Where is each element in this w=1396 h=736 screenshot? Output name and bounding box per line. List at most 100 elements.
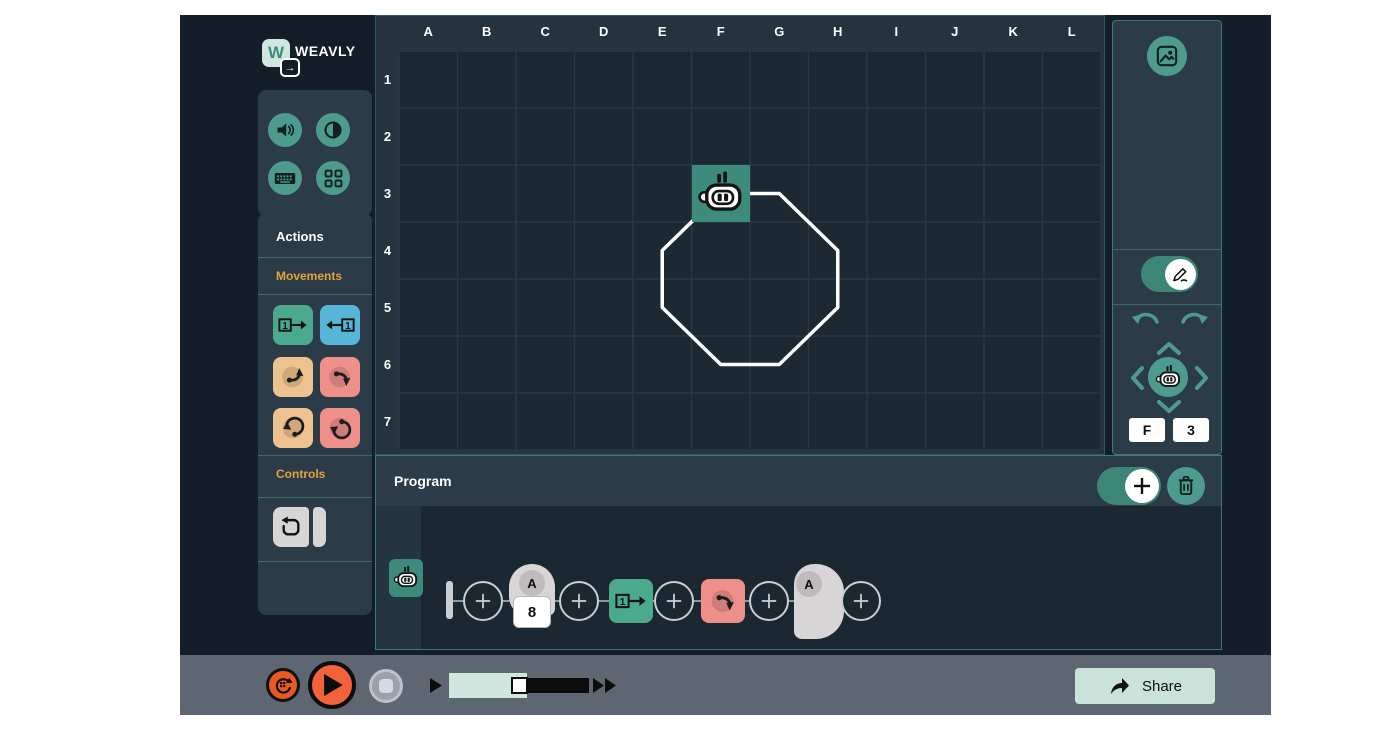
scene-background-button[interactable]: [1147, 36, 1187, 76]
play-button[interactable]: [308, 661, 356, 709]
speaker-icon: [275, 120, 295, 140]
accessibility-toolbar: [258, 90, 372, 216]
scene-canvas: A B C D E F G H I J K L 1 2 3 4 5 6 7: [375, 15, 1105, 455]
scene-controls-panel: F 3: [1112, 20, 1222, 455]
palette-block-loop[interactable]: [273, 507, 309, 547]
divider: [258, 561, 372, 562]
contrast-button[interactable]: [316, 113, 350, 147]
redo-icon: [1180, 309, 1208, 329]
position-column-field[interactable]: F: [1129, 418, 1165, 442]
plus-icon: [1132, 476, 1152, 496]
pen-icon: [1172, 266, 1189, 283]
palette-block-turn-right-45[interactable]: [320, 357, 360, 397]
loop-label-badge: A: [519, 570, 545, 596]
character-tab-robot[interactable]: [389, 559, 423, 597]
add-node-button[interactable]: [654, 581, 694, 621]
speed-slider-track-fast[interactable]: [527, 678, 589, 693]
dpad-robot-button[interactable]: [1148, 357, 1188, 397]
actions-label: Actions: [276, 229, 324, 244]
divider: [258, 294, 372, 295]
add-node-button[interactable]: [463, 581, 503, 621]
share-button[interactable]: Share: [1075, 668, 1215, 704]
play-small-icon: [430, 678, 442, 693]
palette-block-loop-end[interactable]: [313, 507, 326, 547]
program-block-forward-1[interactable]: [609, 579, 653, 623]
keyboard-icon: [274, 170, 296, 187]
divider: [258, 257, 372, 258]
chevron-down-icon: [1156, 399, 1182, 414]
divider: [258, 497, 372, 498]
play-icon: [324, 674, 344, 696]
divider: [1113, 249, 1221, 250]
delete-all-button[interactable]: [1167, 467, 1205, 505]
stop-button[interactable]: [369, 669, 403, 703]
sequence-start-marker: [446, 581, 453, 619]
speed-slow-button[interactable]: [430, 678, 442, 698]
add-node-button[interactable]: [841, 581, 881, 621]
undo-button[interactable]: [1132, 309, 1160, 334]
robot-icon: [1155, 364, 1182, 391]
move-left-button[interactable]: [1130, 365, 1145, 396]
share-label: Share: [1142, 678, 1182, 695]
fast-forward-icon: [593, 678, 617, 693]
program-block-turn-right-45[interactable]: [701, 579, 745, 623]
robot-icon: [697, 170, 745, 218]
controls-label: Controls: [276, 467, 325, 481]
turn-left-45-icon: [275, 359, 311, 395]
refresh-button[interactable]: [266, 668, 300, 702]
program-body: A 8 A: [376, 506, 1221, 649]
position-row-field[interactable]: 3: [1173, 418, 1209, 442]
contrast-icon: [323, 120, 343, 140]
program-panel: Program: [375, 455, 1222, 650]
turn-left-90-icon: [275, 410, 311, 446]
block-palette: Actions Movements Controls: [258, 213, 372, 615]
forward-1-icon: [615, 589, 647, 613]
palette-block-backward-1[interactable]: [320, 305, 360, 345]
divider: [258, 455, 372, 456]
stop-icon: [379, 679, 393, 693]
add-node-button[interactable]: [559, 581, 599, 621]
page: W → WEAVLY: [0, 0, 1396, 736]
movements-label: Movements: [276, 269, 342, 283]
share-icon: [1108, 676, 1130, 696]
loop-icon: [279, 516, 303, 538]
theme-button[interactable]: [316, 161, 350, 195]
chevron-left-icon: [1130, 365, 1145, 391]
redo-button[interactable]: [1180, 309, 1208, 334]
palette-block-turn-right-90[interactable]: [320, 408, 360, 448]
weavly-logo[interactable]: W → WEAVLY: [260, 37, 370, 87]
robot-character[interactable]: [692, 165, 751, 222]
turn-right-90-icon: [322, 410, 358, 446]
turn-right-45-icon: [322, 359, 358, 395]
move-down-button[interactable]: [1156, 399, 1182, 419]
speed-fast-button[interactable]: [593, 678, 617, 698]
speed-slider-thumb[interactable]: [511, 677, 528, 694]
add-node-button[interactable]: [749, 581, 789, 621]
logo-arrow-icon: →: [280, 58, 300, 77]
palette-block-forward-1[interactable]: [273, 305, 313, 345]
keyboard-button[interactable]: [268, 161, 302, 195]
image-icon: [1156, 45, 1178, 67]
brand-name: WEAVLY: [295, 43, 356, 59]
palette-block-turn-left-45[interactable]: [273, 357, 313, 397]
forward-1-icon: [278, 314, 308, 336]
turn-right-45-icon: [704, 582, 742, 620]
weavly-app: W → WEAVLY: [180, 15, 1271, 715]
pen-toggle[interactable]: [1141, 256, 1198, 292]
add-node-toggle[interactable]: [1097, 467, 1161, 505]
backward-1-icon: [325, 314, 355, 336]
divider: [1113, 304, 1221, 305]
audio-button[interactable]: [268, 113, 302, 147]
program-title: Program: [394, 473, 452, 489]
apps-grid-icon: [324, 169, 343, 188]
scene-grid: [376, 16, 1106, 456]
program-header: Program: [376, 456, 1221, 506]
palette-block-turn-left-90[interactable]: [273, 408, 313, 448]
trash-icon: [1177, 476, 1195, 496]
robot-icon: [393, 565, 419, 591]
chevron-right-icon: [1194, 365, 1209, 391]
chevron-up-icon: [1156, 341, 1182, 356]
loop-iterations-field[interactable]: 8: [513, 596, 551, 628]
move-right-button[interactable]: [1194, 365, 1209, 396]
playback-bar: Share: [180, 655, 1271, 715]
